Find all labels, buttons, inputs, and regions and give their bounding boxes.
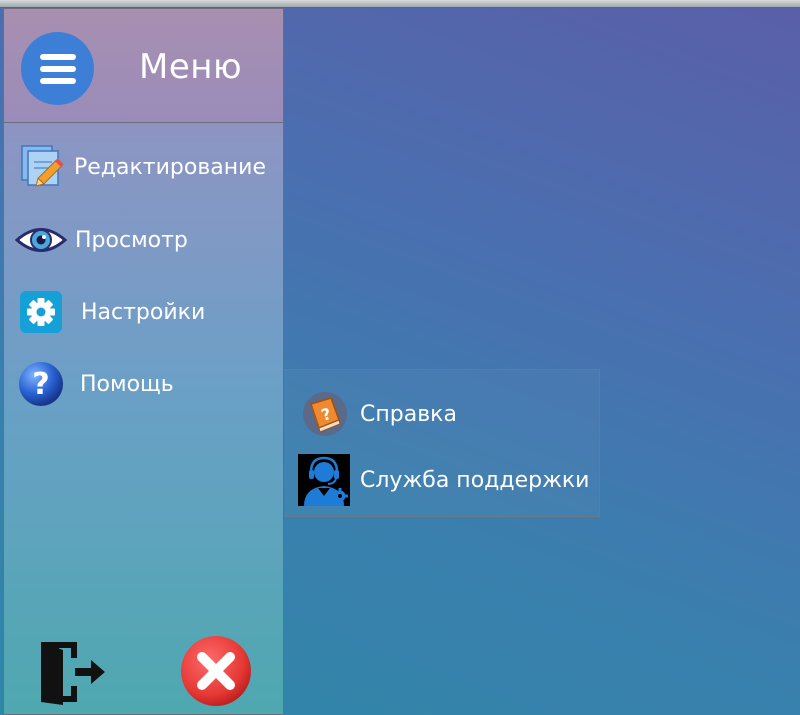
menu-item-help[interactable]: ? Помощь (4, 356, 283, 412)
edit-document-icon (20, 144, 66, 190)
menu-item-edit[interactable]: Редактирование (4, 139, 283, 195)
submenu-item-support[interactable]: Служба поддержки (286, 450, 599, 510)
hamburger-bar (39, 65, 76, 72)
menu-item-label: Редактирование (74, 154, 266, 180)
hamburger-bar (39, 77, 76, 84)
hamburger-bar (39, 53, 76, 60)
menu-header: Меню (4, 9, 283, 123)
eye-icon (14, 223, 68, 257)
svg-text:?: ? (32, 367, 49, 402)
menu-item-settings[interactable]: Настройки (4, 284, 283, 340)
help-book-icon: ? (301, 390, 349, 438)
gear-icon (19, 290, 63, 334)
window-top-border (0, 0, 800, 8)
help-submenu: ? Справка Служба поддержки (285, 369, 600, 517)
menu-item-label: Помощь (80, 371, 174, 397)
menu-item-label: Просмотр (75, 227, 188, 253)
menu-item-view[interactable]: Просмотр (4, 212, 283, 268)
hamburger-menu-button[interactable] (21, 32, 94, 105)
menu-title: Меню (139, 47, 243, 87)
help-question-icon: ? (17, 360, 65, 408)
exit-button[interactable] (37, 638, 109, 706)
support-agent-icon (298, 454, 350, 506)
close-button[interactable] (179, 634, 253, 708)
close-icon (179, 636, 253, 712)
menu-item-label: Настройки (81, 299, 206, 325)
submenu-item-reference[interactable]: ? Справка (286, 384, 599, 444)
exit-door-icon (37, 642, 109, 710)
submenu-item-label: Служба поддержки (360, 467, 590, 493)
submenu-item-label: Справка (360, 401, 457, 427)
side-menu: Меню Редактирование Просмотр Настройки ?… (3, 8, 284, 715)
